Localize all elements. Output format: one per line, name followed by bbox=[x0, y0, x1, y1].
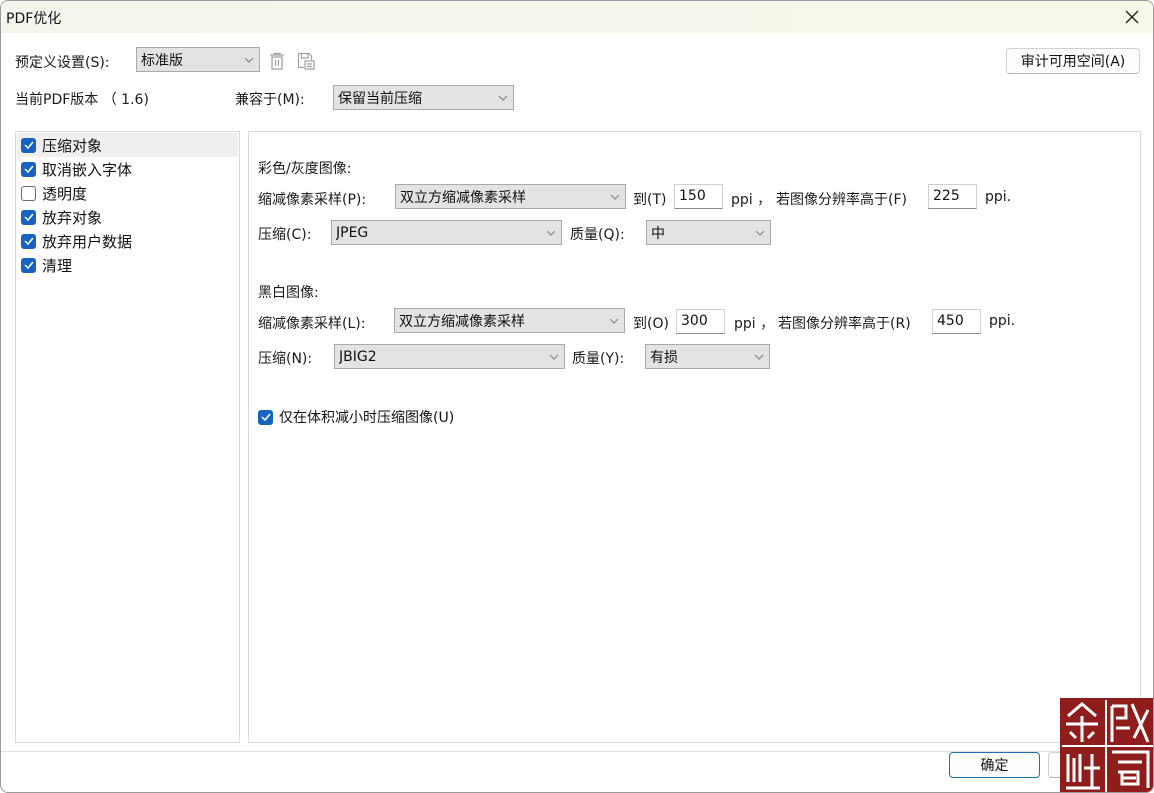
pdf-version-label: 当前PDF版本 （ 1.6) bbox=[15, 92, 149, 108]
audit-space-button[interactable]: 审计可用空间(A) bbox=[1006, 48, 1140, 74]
sidebar-item-transparency[interactable]: 透明度 bbox=[17, 181, 238, 205]
mono-quality-select[interactable]: 有损 bbox=[645, 344, 770, 369]
preset-value: 标准版 bbox=[141, 52, 183, 69]
mono-downsample-label: 缩减像素采样(L): bbox=[258, 316, 366, 332]
chevron-down-icon bbox=[750, 221, 770, 244]
sidebar-item-label: 放弃对象 bbox=[42, 208, 103, 227]
category-list: 压缩对象 取消嵌入字体 透明度 放弃对象 放弃用户数据 清理 bbox=[15, 131, 240, 743]
window-title: PDF优化 bbox=[6, 11, 62, 27]
ok-button[interactable]: 确定 bbox=[949, 752, 1040, 778]
sidebar-item-label: 放弃用户数据 bbox=[42, 232, 133, 251]
checkbox-checked[interactable] bbox=[21, 137, 36, 153]
save-icon bbox=[297, 52, 315, 70]
sidebar-item-label: 清理 bbox=[42, 256, 73, 275]
checkmark-icon bbox=[23, 165, 34, 173]
delete-preset-button[interactable] bbox=[267, 51, 287, 71]
color-downsample-value: 双立方缩减像素采样 bbox=[400, 189, 526, 206]
chevron-down-icon bbox=[493, 86, 513, 109]
mono-downsample-value: 双立方缩减像素采样 bbox=[399, 313, 525, 330]
color-ppi-unit-2: ppi. bbox=[985, 189, 1012, 205]
chevron-down-icon bbox=[544, 345, 564, 368]
color-compression-value: JPEG bbox=[336, 224, 369, 241]
color-images-heading: 彩色/灰度图像: bbox=[258, 161, 352, 177]
color-to-label: 到(T) bbox=[633, 192, 667, 208]
mono-quality-label: 质量(Y): bbox=[572, 351, 625, 367]
mono-to-label: 到(O) bbox=[633, 316, 669, 332]
checkmark-icon bbox=[23, 141, 34, 149]
mono-above-ppi-input[interactable]: 450 bbox=[932, 309, 981, 334]
compress-only-if-smaller-checkbox[interactable]: 仅在体积减小时压缩图像(U) bbox=[258, 407, 454, 427]
close-icon bbox=[1125, 10, 1139, 24]
sidebar-item-label: 取消嵌入字体 bbox=[42, 160, 133, 179]
checkbox-unchecked[interactable] bbox=[21, 185, 36, 201]
color-compression-select[interactable]: JPEG bbox=[331, 220, 562, 245]
checkbox-checked[interactable] bbox=[21, 257, 36, 273]
sidebar-item-discard-objects[interactable]: 放弃对象 bbox=[17, 205, 238, 229]
mono-to-ppi-input[interactable]: 300 bbox=[676, 309, 725, 334]
color-quality-label: 质量(Q): bbox=[570, 227, 625, 243]
chevron-down-icon bbox=[605, 185, 625, 208]
checkbox-checked[interactable] bbox=[21, 233, 36, 249]
color-downsample-label: 缩减像素采样(P): bbox=[258, 192, 367, 208]
mono-compression-label: 压缩(N): bbox=[258, 351, 313, 367]
compress-only-if-smaller-label: 仅在体积减小时压缩图像(U) bbox=[279, 410, 455, 426]
mono-images-heading: 黑白图像: bbox=[258, 285, 319, 301]
checkmark-icon bbox=[23, 237, 34, 245]
sidebar-item-label: 透明度 bbox=[42, 184, 88, 203]
close-button[interactable] bbox=[1117, 3, 1147, 31]
color-above-ppi-input[interactable]: 225 bbox=[928, 184, 977, 209]
checkmark-icon bbox=[260, 413, 271, 421]
mono-above-label: 若图像分辨率高于(R) bbox=[778, 316, 911, 332]
color-compression-label: 压缩(C): bbox=[258, 227, 312, 243]
sidebar-item-label: 压缩对象 bbox=[42, 136, 103, 155]
compatibility-value: 保留当前压缩 bbox=[338, 90, 422, 107]
preset-label: 预定义设置(S): bbox=[15, 55, 110, 71]
checkbox-checked[interactable] bbox=[21, 161, 36, 177]
mono-ppi-unit: ppi ， bbox=[734, 316, 775, 332]
mono-downsample-select[interactable]: 双立方缩减像素采样 bbox=[394, 308, 625, 333]
compatibility-select[interactable]: 保留当前压缩 bbox=[333, 85, 514, 110]
color-to-ppi-input[interactable]: 150 bbox=[674, 184, 723, 209]
checkmark-icon bbox=[23, 261, 34, 269]
trash-icon bbox=[270, 52, 284, 70]
chevron-down-icon bbox=[541, 221, 561, 244]
color-quality-value: 中 bbox=[651, 225, 665, 242]
sidebar-item-clean-up[interactable]: 清理 bbox=[17, 253, 238, 277]
chevron-down-icon bbox=[239, 48, 259, 71]
mono-quality-value: 有损 bbox=[650, 349, 678, 366]
save-preset-button[interactable] bbox=[296, 51, 316, 71]
checkmark-icon bbox=[23, 213, 34, 221]
color-ppi-unit: ppi ， bbox=[731, 192, 772, 208]
color-quality-select[interactable]: 中 bbox=[646, 220, 771, 245]
sidebar-item-unembed-fonts[interactable]: 取消嵌入字体 bbox=[17, 157, 238, 181]
compatibility-label: 兼容于(M): bbox=[235, 92, 305, 108]
pdf-optimize-dialog: PDF优化 预定义设置(S): 标准版 审计可用空间(A) 当前PDF版本 （ … bbox=[0, 0, 1154, 793]
sidebar-item-compress-objects[interactable]: 压缩对象 bbox=[17, 133, 238, 157]
title-bar: PDF优化 bbox=[1, 1, 1153, 33]
mono-compression-select[interactable]: JBIG2 bbox=[334, 344, 565, 369]
mono-compression-value: JBIG2 bbox=[339, 348, 377, 365]
chevron-down-icon bbox=[604, 309, 624, 332]
color-downsample-select[interactable]: 双立方缩减像素采样 bbox=[395, 184, 626, 209]
checkbox-checked[interactable] bbox=[21, 209, 36, 225]
watermark-seal-logo bbox=[1060, 698, 1153, 792]
preset-select[interactable]: 标准版 bbox=[136, 47, 260, 72]
mono-ppi-unit-2: ppi. bbox=[989, 313, 1016, 329]
color-above-label: 若图像分辨率高于(F) bbox=[776, 192, 907, 208]
chevron-down-icon bbox=[749, 345, 769, 368]
checkbox-checked[interactable] bbox=[258, 409, 273, 425]
sidebar-item-discard-user-data[interactable]: 放弃用户数据 bbox=[17, 229, 238, 253]
